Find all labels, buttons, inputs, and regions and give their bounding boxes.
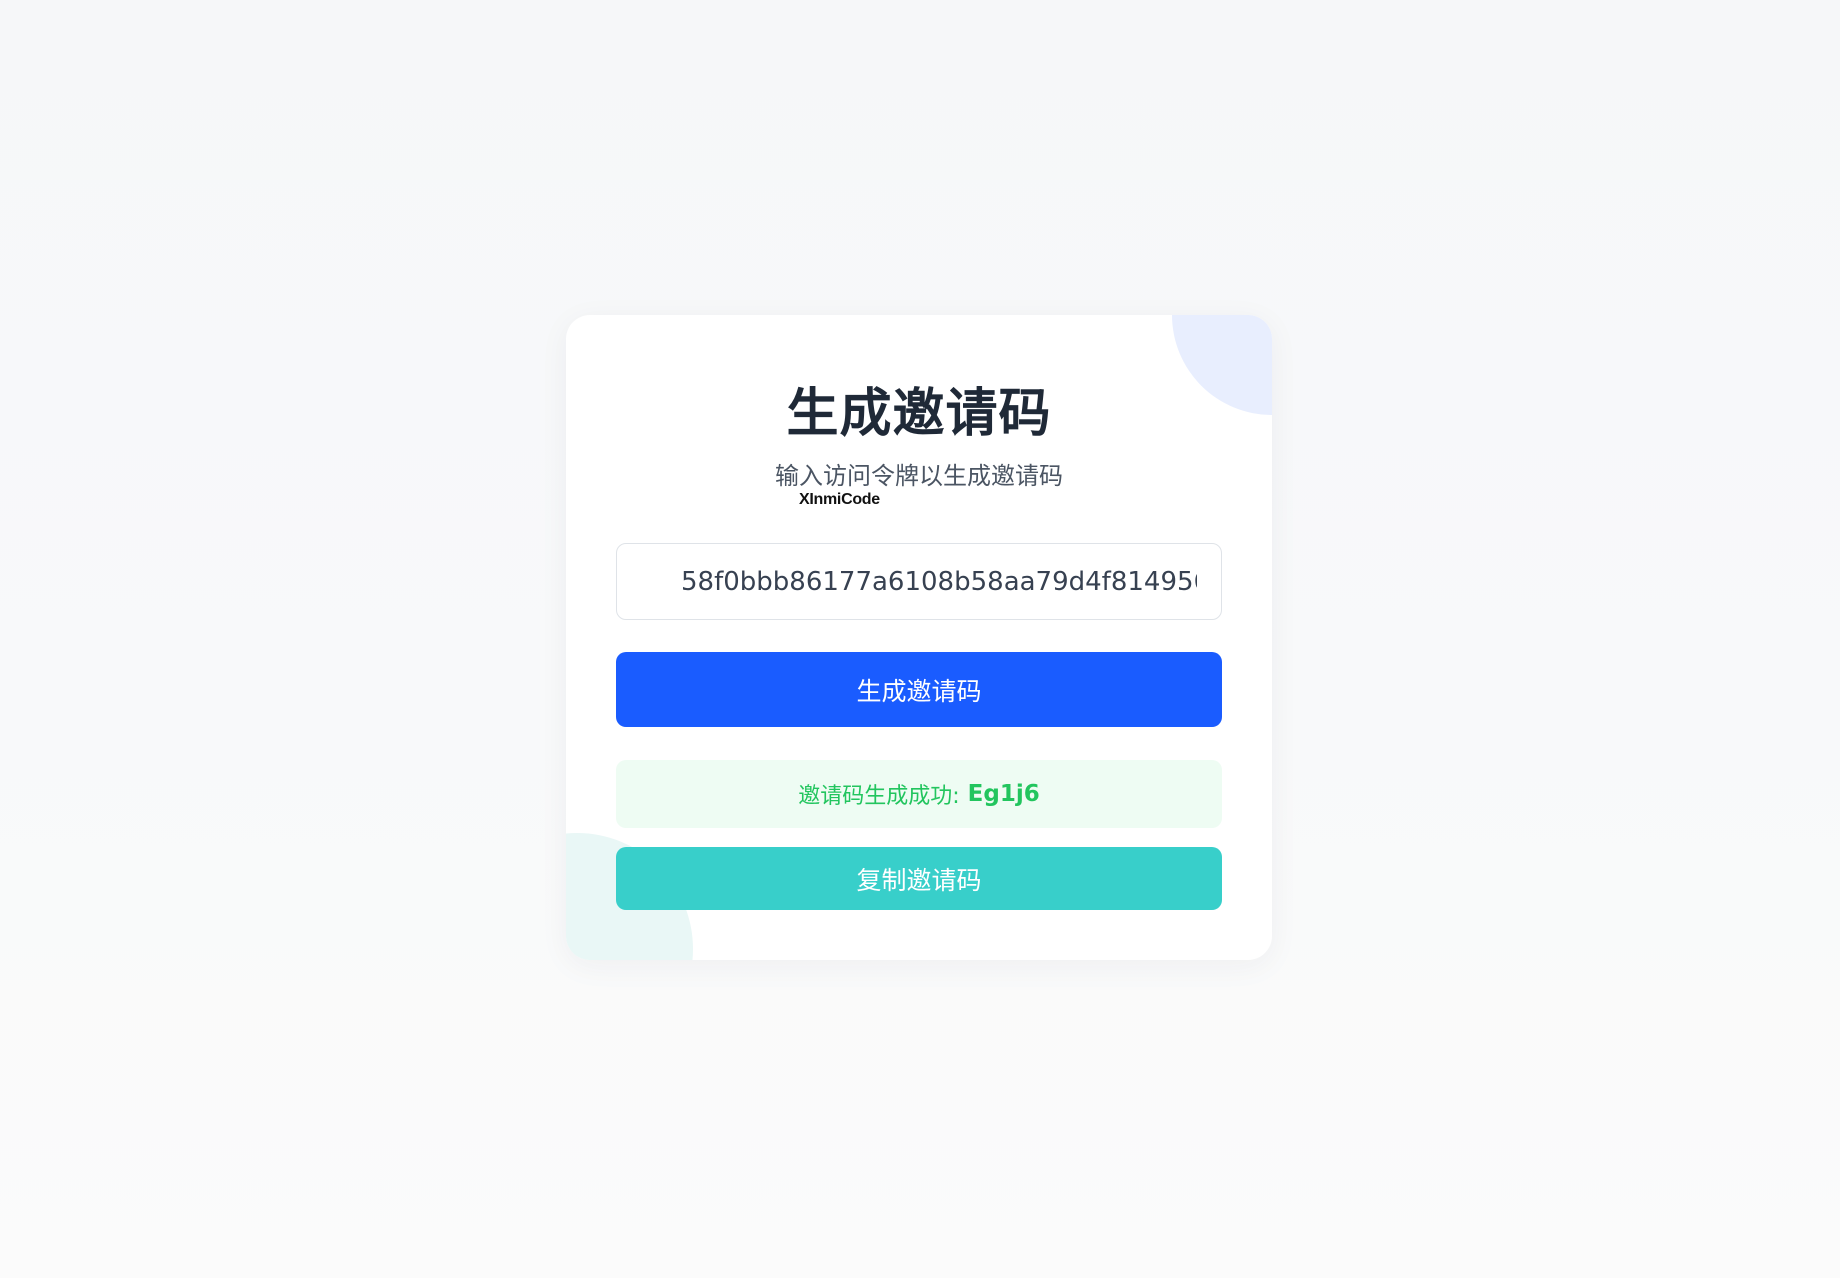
page-title: 生成邀请码 xyxy=(786,384,1052,444)
success-message-text: 邀请码生成成功: xyxy=(798,784,960,809)
brand-logo-text: XInmiCode xyxy=(799,491,880,508)
copy-invite-button[interactable]: 复制邀请码 xyxy=(616,847,1222,910)
page-subtitle: 输入访问令牌以生成邀请码 xyxy=(775,462,1063,490)
access-token-input[interactable] xyxy=(616,543,1222,620)
generate-invite-button[interactable]: 生成邀请码 xyxy=(616,652,1222,727)
invite-card: 生成邀请码 输入访问令牌以生成邀请码 XInmiCode 生成邀请码 邀请码生成… xyxy=(566,315,1272,960)
invite-code: Eg1j6 xyxy=(967,781,1040,807)
success-message: 邀请码生成成功: Eg1j6 xyxy=(616,760,1222,828)
